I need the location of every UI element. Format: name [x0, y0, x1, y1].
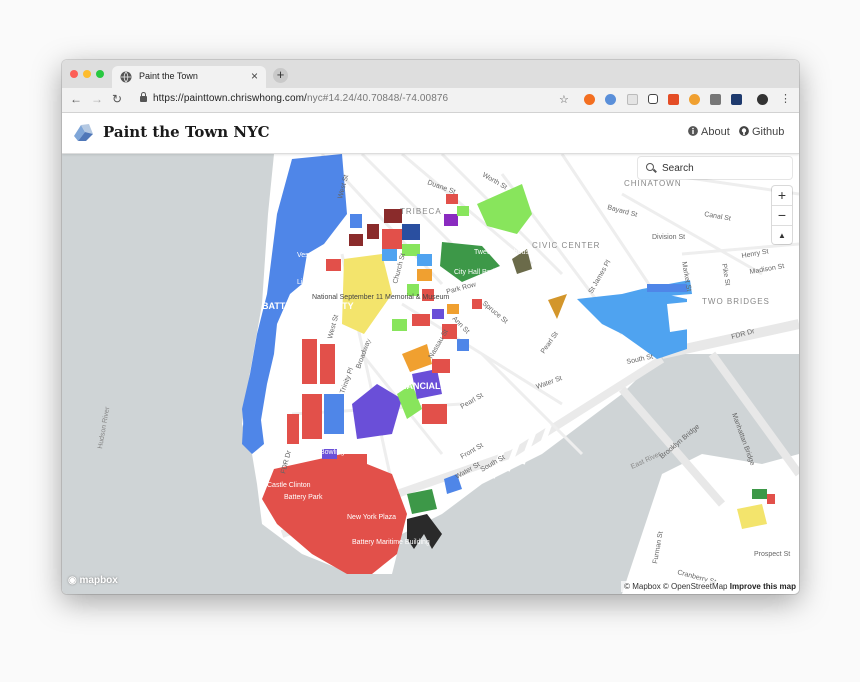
mapbox-logo[interactable]: ◉ mapbox [68, 575, 118, 586]
water-label: East River [630, 451, 663, 471]
place-label: New York Plaza [347, 514, 396, 521]
tab-close-icon[interactable]: × [251, 69, 258, 83]
globe-icon [120, 71, 132, 83]
street-label: Prospect St [754, 551, 790, 558]
info-icon [688, 126, 698, 136]
extension-icon[interactable] [710, 94, 721, 105]
browser-tab[interactable]: Paint the Town × [112, 66, 266, 88]
browser-toolbar: ← → ↻ https://painttown.chriswhong.com/n… [62, 88, 799, 113]
place-label: Bowling Green [320, 449, 366, 456]
menu-kebab-icon[interactable]: ⋮ [780, 92, 791, 105]
place-label: Battery Park [284, 494, 323, 501]
street-label: Liberty Street [297, 279, 339, 286]
tab-bar: Paint the Town × + [62, 60, 799, 88]
url-path: nyc#14.24/40.70848/-74.00876 [306, 93, 449, 104]
about-link[interactable]: About [701, 126, 730, 138]
reload-icon[interactable]: ↻ [112, 92, 122, 106]
search-icon [646, 163, 654, 171]
app-title: Paint the Town NYC [103, 123, 270, 141]
zoom-controls: + − ▲ [772, 186, 792, 244]
map-canvas[interactable]: TRIBECA CIVIC CENTER CHINATOWN TWO BRIDG… [62, 154, 799, 594]
area-label: FINANCIAL DISTRICT [392, 381, 485, 391]
mapbox-logo-text: mapbox [79, 575, 118, 586]
street-label: Division St [652, 234, 685, 241]
url-origin: https://painttown.chriswhong.com/ [153, 93, 307, 104]
browser-window: Paint the Town × + ← → ↻ https://paintto… [62, 60, 799, 594]
street-label: Manhattan Bridge [730, 412, 756, 466]
github-link[interactable]: Github [752, 126, 784, 138]
area-label: TRIBECA [400, 207, 442, 216]
area-label: CHINATOWN [624, 179, 682, 188]
new-tab-button[interactable]: + [273, 68, 288, 83]
map-attribution: © Mapbox © OpenStreetMap Improve this ma… [621, 581, 799, 592]
app-header: Paint the Town NYC About Github [62, 113, 799, 154]
avatar[interactable] [757, 94, 768, 105]
extension-icon[interactable] [731, 94, 742, 105]
place-label: Castle Clinton [267, 482, 311, 489]
pocket-icon[interactable] [648, 94, 658, 104]
extension-icon[interactable] [605, 94, 616, 105]
place-label: National September 11 Memorial & Museum [312, 294, 449, 301]
street-label: Vesey Street [297, 252, 337, 259]
forward-arrow-icon[interactable]: → [91, 92, 103, 106]
tab-title: Paint the Town [139, 71, 198, 81]
area-label: BATTERY PARK CITY [262, 301, 354, 311]
area-label: CIVIC CENTER [532, 241, 600, 250]
place-label: Battery Maritime Building [352, 539, 430, 546]
github-icon [739, 126, 749, 136]
area-label: TWO BRIDGES [702, 297, 770, 306]
close-window-button[interactable] [70, 70, 78, 78]
maximize-window-button[interactable] [96, 70, 104, 78]
zoom-in-button[interactable]: + [772, 186, 792, 206]
improve-map-link[interactable]: Improve this map [730, 582, 796, 591]
extension-icon[interactable] [627, 94, 638, 105]
lock-icon [140, 92, 147, 102]
place-label: Tweed Courthouse [474, 249, 533, 256]
search-box[interactable] [638, 157, 792, 179]
map-svg: TRIBECA CIVIC CENTER CHINATOWN TWO BRIDG… [97, 154, 799, 594]
water-label: Hudson River [97, 406, 111, 450]
bookmark-star-icon[interactable]: ☆ [559, 93, 569, 106]
search-input[interactable] [660, 160, 789, 177]
place-label: One Liberty Plaza [367, 337, 423, 344]
paint-the-town-logo-icon [74, 124, 93, 141]
compass-button[interactable]: ▲ [772, 226, 792, 245]
brooklyn-land [622, 454, 799, 594]
extension-icon[interactable] [668, 94, 679, 105]
zoom-out-button[interactable]: − [772, 206, 792, 226]
attribution-text[interactable]: © Mapbox © OpenStreetMap [624, 582, 727, 591]
back-arrow-icon[interactable]: ← [70, 92, 82, 106]
place-label: City Hall Park [454, 269, 497, 276]
extension-icon[interactable] [689, 94, 700, 105]
address-bar[interactable]: https://painttown.chriswhong.com/nyc#14.… [153, 93, 448, 104]
minimize-window-button[interactable] [83, 70, 91, 78]
extension-icon[interactable] [584, 94, 595, 105]
